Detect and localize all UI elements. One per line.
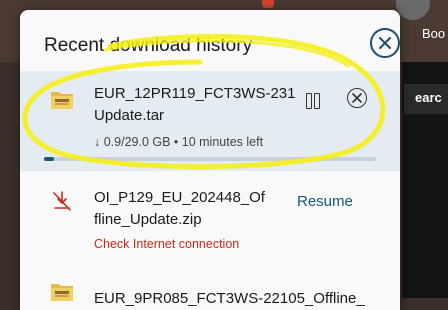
resume-button[interactable]: Resume bbox=[297, 193, 353, 210]
filename-line-1: OI_P129_EU_202448_Of bbox=[94, 189, 265, 206]
background-notification-dot bbox=[262, 0, 274, 8]
download-item[interactable]: EUR_9PR085_FCT3WS-22105_Offline_ bbox=[20, 268, 400, 310]
cancel-download-button[interactable] bbox=[347, 88, 367, 108]
close-icon bbox=[379, 37, 391, 49]
background-left-pane bbox=[0, 62, 22, 298]
flyout-title: Recent download history bbox=[44, 35, 253, 56]
download-item-failed[interactable]: OI_P129_EU_202448_Of fline_Update.zip Re… bbox=[20, 177, 400, 263]
filename-line-2: fline_Update.zip bbox=[94, 211, 202, 228]
download-error-status: Check Internet connection bbox=[94, 237, 240, 251]
cancel-icon bbox=[352, 93, 362, 103]
download-item-active[interactable]: EUR_12PR119_FCT3WS-231 Update.tar ↓ 0.9/… bbox=[20, 71, 400, 171]
download-filename[interactable]: EUR_9PR085_FCT3WS-22105_Offline_ bbox=[94, 288, 365, 310]
downloads-flyout: Recent download history EUR_12PR119_FCT3… bbox=[20, 10, 400, 310]
download-progress-bar bbox=[44, 157, 376, 161]
background-header-text: Boo bbox=[422, 26, 446, 41]
download-progress-fill bbox=[44, 157, 55, 161]
pause-button[interactable] bbox=[306, 91, 322, 109]
filename-line-2: Update.tar bbox=[94, 107, 165, 124]
background-search-text: earc bbox=[415, 90, 442, 105]
pause-icon bbox=[306, 93, 312, 109]
download-status: ↓ 0.9/29.0 GB • 10 minutes left bbox=[94, 135, 264, 149]
download-filename[interactable]: OI_P129_EU_202448_Of fline_Update.zip bbox=[94, 187, 265, 231]
filename-line-1: EUR_12PR119_FCT3WS-231 bbox=[94, 85, 296, 102]
download-error-icon bbox=[53, 191, 71, 211]
download-filename[interactable]: EUR_12PR119_FCT3WS-231 Update.tar bbox=[94, 83, 295, 127]
folder-archive-icon bbox=[51, 92, 73, 109]
pause-icon-bar bbox=[314, 93, 320, 109]
close-button[interactable] bbox=[370, 28, 400, 58]
folder-archive-icon bbox=[51, 284, 73, 301]
